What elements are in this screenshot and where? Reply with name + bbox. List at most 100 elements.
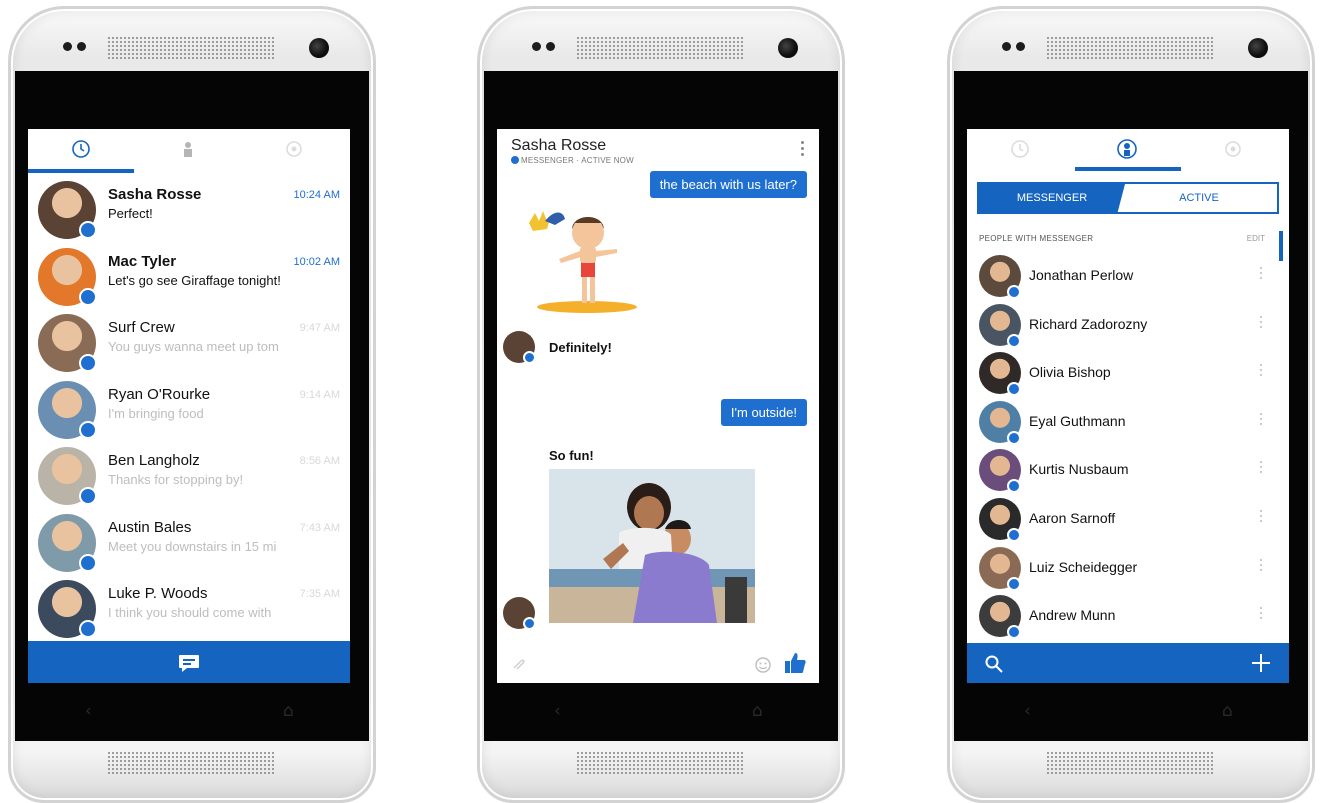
person-icon[interactable] [1117, 139, 1137, 159]
overflow-menu-icon[interactable] [1260, 461, 1263, 477]
settings-icon[interactable] [284, 139, 304, 159]
active-status-text: MESSENGER · ACTIVE NOW [521, 156, 634, 165]
segment-active[interactable]: ACTIVE [1121, 184, 1277, 212]
segment-messenger[interactable]: MESSENGER [979, 184, 1125, 212]
incoming-message[interactable]: So fun! [549, 448, 594, 463]
contact-name[interactable]: Sasha Rosse [511, 137, 606, 155]
overflow-menu-icon[interactable] [1260, 510, 1263, 526]
messenger-badge-icon [79, 553, 97, 572]
person-name: Kurtis Nusbaum [1029, 461, 1129, 478]
person-row[interactable]: Andrew Munn [967, 593, 1289, 641]
person-name: Jonathan Perlow [1029, 267, 1134, 283]
thread-name: Ryan O'Rourke [108, 385, 211, 403]
thread-snippet: I'm bringing food [108, 405, 204, 421]
person-row[interactable]: Eyal Guthmann [967, 399, 1289, 447]
sensor-dots [63, 42, 89, 52]
person-icon[interactable] [178, 139, 198, 159]
bottom-speaker [1046, 751, 1214, 775]
overflow-menu-icon[interactable] [1260, 267, 1263, 283]
front-camera [309, 38, 329, 58]
person-row[interactable]: Olivia Bishop [967, 350, 1289, 398]
attach-icon[interactable] [511, 657, 525, 671]
person-row[interactable]: Aaron Sarnoff [967, 496, 1289, 544]
sensor-dots [532, 42, 558, 52]
like-icon[interactable] [783, 651, 807, 675]
overflow-menu-icon[interactable] [1260, 558, 1263, 575]
person-row[interactable]: Richard Zadorozny [967, 302, 1289, 350]
bottom-action-bar [967, 643, 1289, 683]
home-icon[interactable]: ⌂ [752, 701, 763, 721]
person-name: Luiz Scheidegger [1029, 558, 1138, 575]
person-row[interactable]: Luiz Scheidegger [967, 545, 1289, 593]
composer-bar [497, 645, 819, 683]
person-name: Aaron Sarnoff [1029, 510, 1116, 526]
thread-row[interactable]: Ryan O'Rourke I'm bringing food 9:14 AM [28, 375, 350, 441]
person-name: Eyal Guthmann [1029, 412, 1126, 429]
incoming-message[interactable]: Definitely! [549, 340, 612, 355]
bottom-speaker [576, 751, 744, 775]
thread-snippet: Let's go see Giraffage tonight! [108, 272, 281, 288]
conversation-screen: Sasha Rosse MESSENGER · ACTIVE NOW the b… [497, 129, 819, 683]
outgoing-message[interactable]: the beach with us later? [649, 171, 807, 198]
tab-bar [28, 129, 350, 173]
settings-icon[interactable] [1223, 139, 1243, 159]
thread-row[interactable]: Ben Langholz Thanks for stopping by! 8:56 … [28, 441, 350, 507]
home-icon[interactable]: ⌂ [283, 701, 294, 721]
messenger-badge-icon [1007, 576, 1021, 591]
home-icon[interactable]: ⌂ [1222, 701, 1233, 721]
person-row[interactable]: Jonathan Perlow [967, 253, 1289, 301]
messenger-badge-icon [1007, 528, 1021, 542]
thread-time: 10:24 AM [293, 189, 340, 201]
recent-clock-icon[interactable] [71, 139, 91, 159]
person-name: Andrew Munn [1029, 607, 1116, 624]
back-icon[interactable]: ‹ [85, 701, 92, 721]
edit-button[interactable]: EDIT [1247, 234, 1265, 243]
front-camera [778, 38, 798, 58]
overflow-menu-icon[interactable] [1260, 607, 1263, 623]
thread-row[interactable]: Surf Crew You guys wanna meet up tom 9:47 … [28, 308, 350, 374]
messenger-badge-icon [523, 617, 536, 630]
tab-bar [967, 129, 1289, 173]
overflow-menu-icon[interactable] [801, 141, 805, 159]
messenger-badge-icon [79, 221, 97, 239]
messenger-badge-icon [79, 287, 97, 306]
add-icon[interactable] [1251, 653, 1271, 673]
bottom-speaker [107, 751, 275, 775]
shared-photo[interactable] [549, 469, 755, 623]
phone-conversation: Sasha Rosse MESSENGER · ACTIVE NOW the b… [477, 6, 845, 803]
thread-row[interactable]: Austin Bales Meet you downstairs in 15 mi… [28, 508, 350, 574]
thread-snippet: Perfect! [108, 206, 153, 221]
thread-name: Austin Bales [108, 518, 192, 536]
thread-snippet: I think you should come with [108, 605, 272, 620]
overflow-menu-icon[interactable] [1260, 364, 1263, 380]
thread-snippet: Thanks for stopping by! [108, 472, 244, 487]
surfer-sticker[interactable] [525, 203, 645, 315]
overflow-menu-icon[interactable] [1260, 315, 1263, 332]
messenger-badge-icon [1007, 625, 1021, 640]
compose-bar[interactable] [28, 641, 350, 683]
system-nav-bar: ‹ ⌂ [484, 687, 838, 735]
back-icon[interactable]: ‹ [1024, 701, 1031, 721]
messenger-badge-icon [1007, 333, 1021, 348]
emoji-icon[interactable] [755, 657, 771, 673]
thread-row[interactable]: Sasha Rosse Perfect! 10:24 AM [28, 175, 350, 241]
search-icon[interactable] [985, 655, 1003, 673]
person-row[interactable]: Kurtis Nusbaum [967, 447, 1289, 495]
recent-clock-icon[interactable] [1010, 139, 1030, 159]
outgoing-message[interactable]: I'm outside! [720, 399, 807, 426]
overflow-menu-icon[interactable] [1260, 412, 1263, 429]
front-camera [1248, 38, 1268, 58]
thread-time: 7:43 AM [299, 521, 340, 534]
messenger-badge-icon [1007, 285, 1021, 299]
thread-time: 7:35 AM [299, 588, 340, 600]
conversation-header: Sasha Rosse MESSENGER · ACTIVE NOW [497, 129, 819, 169]
thread-row[interactable]: Luke P. Woods I think you should come wit… [28, 574, 350, 640]
active-status-icon [511, 156, 519, 164]
earpiece-speaker [1046, 36, 1214, 60]
thread-row[interactable]: Mac Tyler Let's go see Giraffage tonight!… [28, 242, 350, 308]
system-nav-bar: ‹ ⌂ [954, 687, 1308, 735]
messenger-badge-icon [79, 620, 97, 638]
back-icon[interactable]: ‹ [554, 701, 561, 721]
thread-name: Mac Tyler [108, 252, 177, 270]
new-message-icon[interactable] [178, 654, 200, 672]
